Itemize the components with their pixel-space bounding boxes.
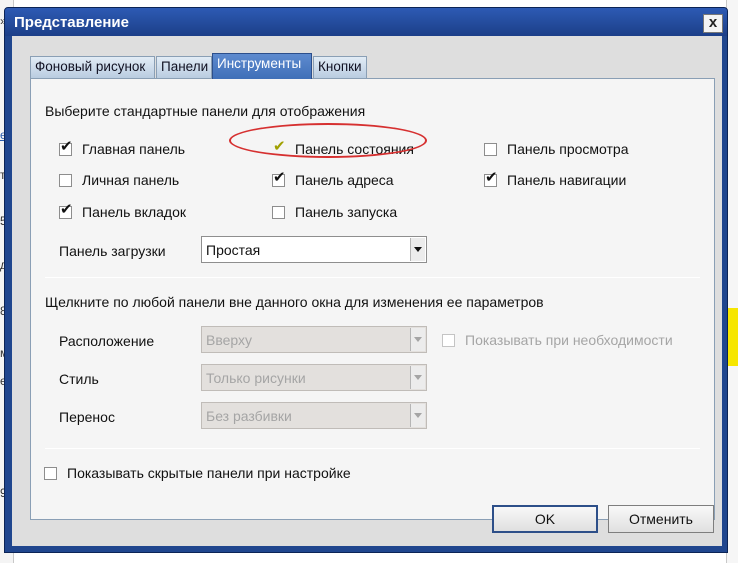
checkbox-label: Показывать при необходимости — [465, 332, 673, 348]
checkbox-box — [442, 333, 455, 347]
wrap-value: Без разбивки — [206, 408, 292, 424]
checkmark-icon: ✔ — [273, 168, 286, 186]
checkbox-navigation-panel[interactable]: ✔ Панель навигации — [484, 170, 627, 188]
checkbox-box — [272, 205, 285, 219]
checkbox-show-when-needed: Показывать при необходимости — [442, 332, 673, 348]
checkbox-label: Панель просмотра — [507, 141, 629, 157]
tab-background-image[interactable]: Фоновый рисунок — [30, 56, 155, 78]
close-icon: x — [708, 14, 718, 31]
chevron-down-icon — [410, 404, 425, 427]
checkbox-label: Панель запуска — [295, 204, 398, 220]
checkbox-label: Показывать скрытые панели при настройке — [67, 465, 351, 481]
checkbox-main-panel[interactable]: ✔ Главная панель — [59, 139, 186, 157]
tab-tools[interactable]: Инструменты — [212, 53, 312, 79]
checkbox-tabs-panel[interactable]: ✔ Панель вкладок — [59, 202, 187, 220]
checkbox-box — [484, 142, 497, 156]
checkmark-icon: ✔ — [60, 200, 73, 218]
chevron-down-icon — [410, 366, 425, 389]
section-divider — [45, 448, 700, 449]
load-panel-select[interactable]: Простая — [201, 236, 427, 263]
checkbox-box — [44, 466, 57, 480]
chevron-down-icon — [410, 328, 425, 351]
dialog-title: Представление — [14, 14, 129, 31]
section-divider — [45, 277, 700, 278]
style-select: Только рисунки — [201, 364, 427, 391]
checkbox-label: Панель навигации — [507, 172, 627, 188]
checkbox-address-panel[interactable]: ✔ Панель адреса — [272, 170, 394, 188]
checkbox-personal-panel[interactable]: Личная панель — [59, 172, 179, 188]
cancel-button[interactable]: Отменить — [608, 505, 714, 533]
background-highlight — [728, 308, 738, 366]
checkmark-icon: ✔ — [60, 137, 73, 155]
checkbox-status-panel[interactable]: ✔ Панель состояния — [272, 139, 414, 157]
position-value: Вверху — [206, 332, 253, 348]
checkbox-label: Панель адреса — [295, 172, 394, 188]
style-label: Стиль — [59, 371, 99, 387]
ok-button[interactable]: OK — [492, 505, 598, 533]
tools-tab-panel: Выберите стандартные панели для отображе… — [30, 78, 715, 520]
checkbox-preview-panel[interactable]: Панель просмотра — [484, 141, 629, 157]
position-select: Вверху — [201, 326, 427, 353]
section-heading-standard-panels: Выберите стандартные панели для отображе… — [45, 103, 366, 119]
style-value: Только рисунки — [206, 370, 306, 386]
checkbox-label: Личная панель — [82, 172, 180, 188]
checkbox-box: ✔ — [59, 202, 73, 219]
checkbox-launch-panel[interactable]: Панель запуска — [272, 204, 397, 220]
checkmark-icon: ✔ — [485, 168, 498, 186]
wrap-select: Без разбивки — [201, 402, 427, 429]
load-panel-label: Панель загрузки — [59, 243, 166, 259]
checkbox-label: Главная панель — [82, 141, 186, 157]
checkbox-box: ✔ — [272, 170, 286, 187]
chevron-down-icon[interactable] — [410, 238, 425, 261]
checkbox-box: ✔ — [59, 139, 73, 156]
load-panel-value: Простая — [206, 242, 261, 258]
position-label: Расположение — [59, 333, 155, 349]
checkbox-box: ✔ — [484, 170, 498, 187]
tab-buttons[interactable]: Кнопки — [313, 56, 367, 78]
wrap-label: Перенос — [59, 409, 115, 425]
checkbox-label: Панель вкладок — [82, 204, 187, 220]
checkmark-icon: ✔ — [273, 137, 286, 155]
section-heading-panel-params: Щелкните по любой панели вне данного окн… — [45, 294, 544, 310]
close-button[interactable]: x — [703, 14, 723, 33]
view-dialog: Представление x Фоновый рисунок Панели И… — [4, 7, 728, 553]
checkbox-box: ✔ — [272, 139, 286, 156]
checkbox-box — [59, 173, 72, 187]
tab-panels[interactable]: Панели — [156, 56, 212, 78]
checkbox-label: Панель состояния — [295, 141, 414, 157]
checkbox-show-hidden-panels[interactable]: Показывать скрытые панели при настройке — [44, 465, 351, 481]
title-bar[interactable]: Представление x — [5, 8, 727, 36]
dialog-body: Фоновый рисунок Панели Инструменты Кнопк… — [12, 36, 722, 546]
